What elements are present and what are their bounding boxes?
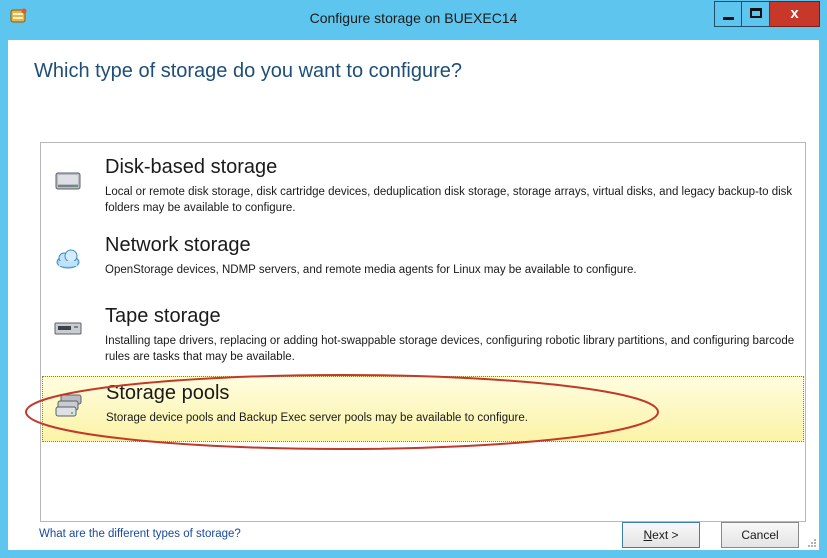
maximize-button[interactable] <box>742 1 770 27</box>
storage-pool-icon <box>55 394 82 417</box>
option-description: OpenStorage devices, NDMP servers, and r… <box>105 264 637 276</box>
close-button[interactable]: x <box>770 1 820 27</box>
option-description: Local or remote disk storage, disk cartr… <box>105 186 793 214</box>
next-label: ext > <box>652 528 679 542</box>
storage-type-list: Disk-based storage Local or remote disk … <box>40 142 806 522</box>
dialog-body: Which type of storage do you want to con… <box>8 40 819 550</box>
cancel-button[interactable]: Cancel <box>721 522 799 548</box>
option-disk-based-storage[interactable]: Disk-based storage Local or remote disk … <box>42 151 804 229</box>
option-description: Installing tape drivers, replacing or ad… <box>105 335 795 363</box>
minimize-button[interactable] <box>714 1 742 27</box>
option-network-storage[interactable]: Network storage OpenStorage devices, NDM… <box>42 229 804 291</box>
option-tape-storage[interactable]: Tape storage Installing tape drivers, re… <box>42 300 804 378</box>
minimize-icon <box>723 17 734 20</box>
page-title: Which type of storage do you want to con… <box>34 60 463 82</box>
window-title: Configure storage on BUEXEC14 <box>309 10 518 26</box>
option-title: Disk-based storage <box>105 156 278 178</box>
configure-storage-window: Configure storage on BUEXEC14 x Which ty… <box>0 0 827 558</box>
title-bar[interactable]: Configure storage on BUEXEC14 x <box>0 0 827 40</box>
option-storage-pools[interactable]: Storage pools Storage device pools and B… <box>42 376 804 442</box>
hard-disk-icon <box>55 172 81 190</box>
storage-types-help-link[interactable]: What are the different types of storage? <box>39 528 241 540</box>
option-title: Tape storage <box>105 305 221 327</box>
close-icon: x <box>790 5 799 22</box>
option-title: Storage pools <box>106 382 230 404</box>
option-description: Storage device pools and Backup Exec ser… <box>106 412 528 424</box>
next-button[interactable]: Next > <box>622 522 700 548</box>
cloud-icon <box>56 249 80 269</box>
resize-grip-icon[interactable] <box>807 538 817 548</box>
option-title: Network storage <box>105 234 251 256</box>
tape-drive-icon <box>54 322 82 335</box>
maximize-icon <box>750 8 762 18</box>
next-mnemonic: N <box>643 528 653 542</box>
